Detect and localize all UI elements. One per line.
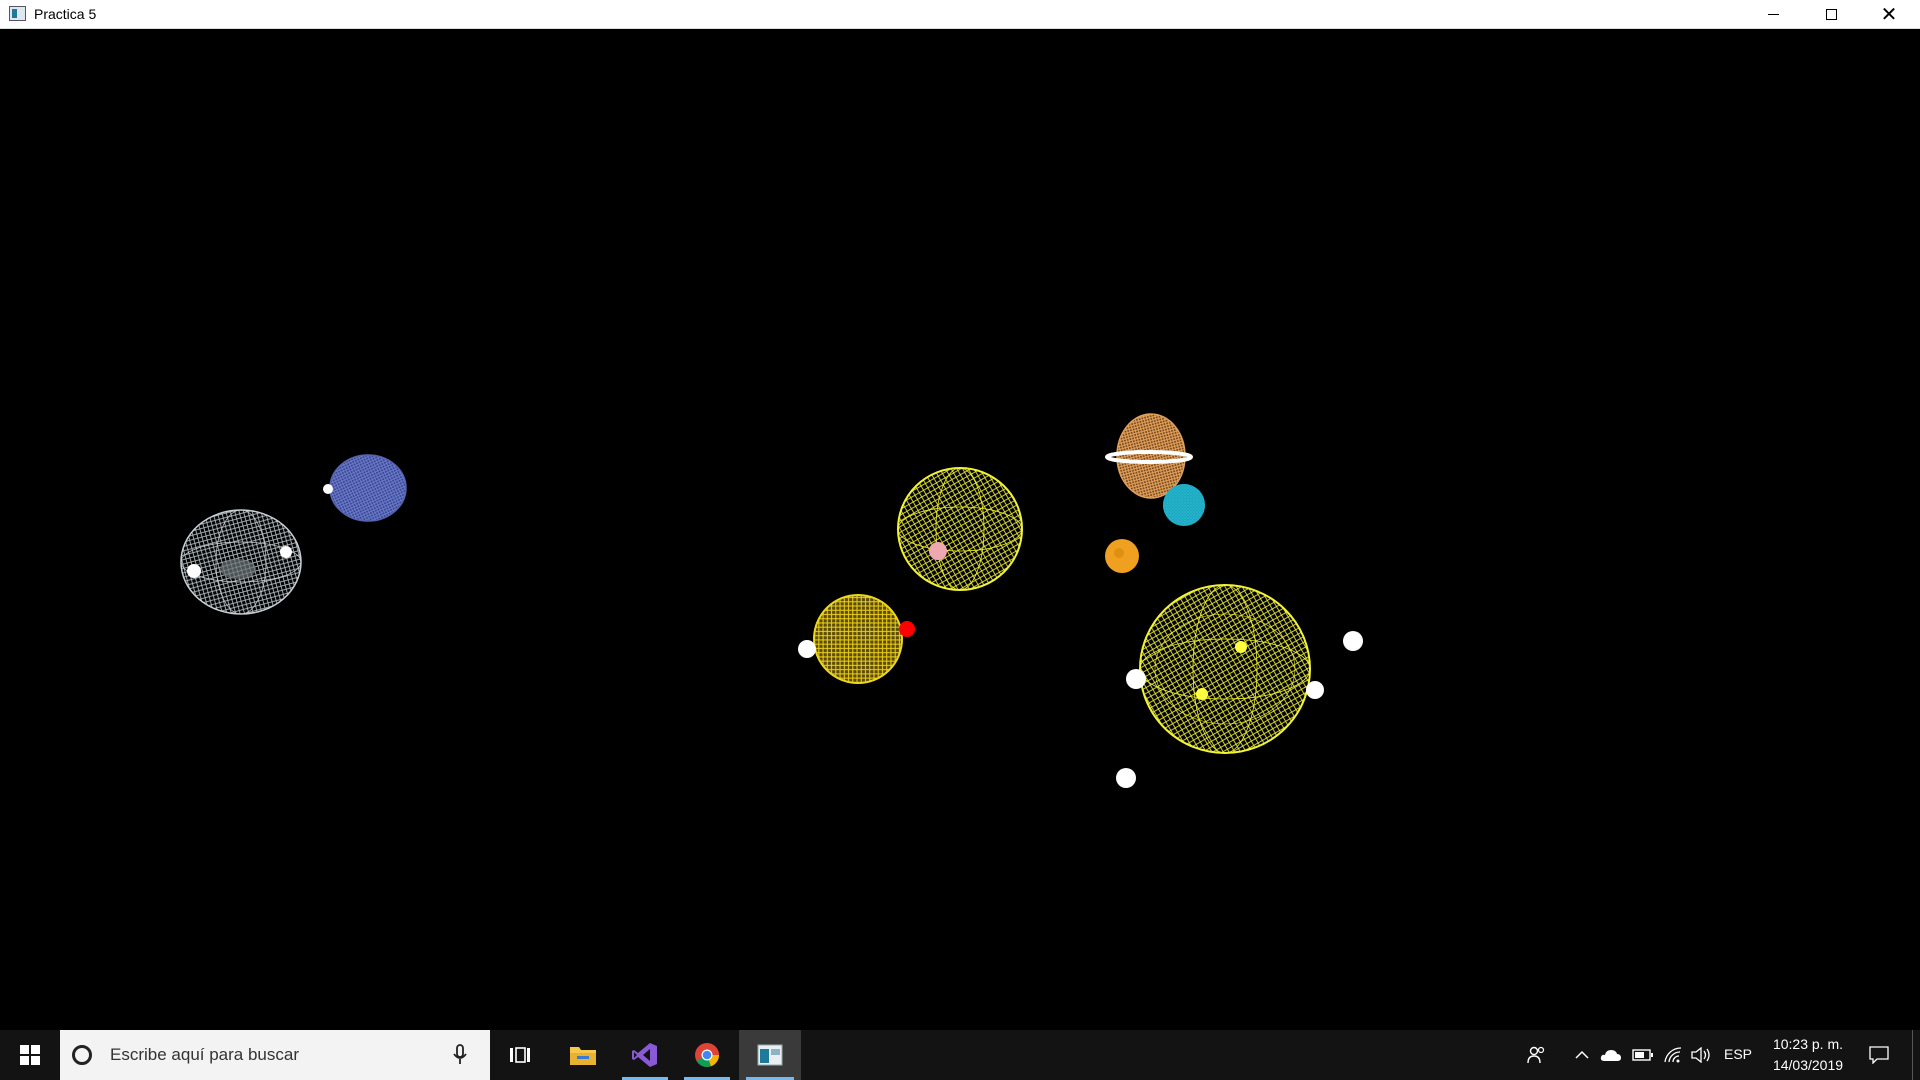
show-hidden-icons-button[interactable] — [1570, 1030, 1594, 1080]
task-view-button[interactable] — [490, 1030, 550, 1080]
notification-icon — [1869, 1046, 1889, 1064]
window-titlebar: Practica 5 ✕ — [0, 0, 1920, 29]
taskbar: Escribe aquí para buscar ESP 10:23 p. m.… — [0, 1030, 1920, 1080]
cyan-planet — [1163, 484, 1205, 526]
cloud-icon — [1600, 1050, 1621, 1061]
window-title: Practica 5 — [34, 6, 97, 22]
wifi-icon — [1664, 1047, 1682, 1063]
minimize-icon — [1767, 14, 1779, 15]
windows-icon — [20, 1045, 40, 1065]
file-explorer-button[interactable] — [553, 1030, 613, 1080]
folder-icon — [570, 1047, 596, 1065]
orange-planet — [1105, 539, 1139, 573]
opengl-viewport[interactable] — [0, 29, 1920, 1030]
white-wireframe-planet — [180, 509, 302, 615]
microphone-icon[interactable] — [452, 1044, 468, 1066]
solar-system-scene — [180, 413, 1363, 788]
onedrive-button[interactable] — [1596, 1030, 1626, 1080]
people-button[interactable] — [1522, 1030, 1552, 1080]
blue-wireframe-planet — [323, 454, 407, 522]
minimize-button[interactable] — [1744, 0, 1802, 29]
visual-studio-icon — [632, 1043, 657, 1067]
chrome-icon — [695, 1043, 719, 1067]
large-yellow-wireframe-sphere — [1139, 584, 1311, 754]
maximize-icon — [1825, 9, 1837, 20]
start-button[interactable] — [0, 1030, 60, 1080]
people-icon — [1527, 1046, 1545, 1064]
clock-time: 10:23 p. m. — [1772, 1036, 1844, 1052]
practica-5-taskbar-button[interactable] — [739, 1030, 801, 1080]
maximize-button[interactable] — [1802, 0, 1860, 29]
search-placeholder: Escribe aquí para buscar — [110, 1045, 299, 1064]
language-indicator[interactable]: ESP — [1724, 1046, 1752, 1062]
chrome-button[interactable] — [677, 1030, 737, 1080]
visual-studio-button[interactable] — [615, 1030, 675, 1080]
yellow-wireframe-sphere-left — [798, 594, 915, 684]
yellow-wireframe-sphere-center — [897, 467, 1023, 591]
battery-icon — [1632, 1049, 1653, 1061]
speaker-icon — [1691, 1047, 1710, 1063]
search-box[interactable]: Escribe aquí para buscar — [60, 1030, 490, 1080]
battery-button[interactable] — [1628, 1030, 1658, 1080]
chevron-up-icon — [1575, 1050, 1589, 1059]
clock[interactable]: 10:23 p. m. 14/03/2019 — [1763, 1030, 1853, 1080]
close-button[interactable]: ✕ — [1860, 0, 1918, 29]
task-view-icon — [510, 1047, 530, 1063]
cortana-icon — [72, 1045, 92, 1065]
network-button[interactable] — [1660, 1030, 1686, 1080]
volume-button[interactable] — [1686, 1030, 1716, 1080]
show-desktop-button[interactable] — [1912, 1030, 1920, 1080]
close-icon: ✕ — [1880, 3, 1898, 26]
app-icon — [9, 6, 26, 21]
action-center-button[interactable] — [1862, 1030, 1896, 1080]
opengl-window-icon — [757, 1044, 783, 1066]
clock-date: 14/03/2019 — [1772, 1057, 1844, 1073]
